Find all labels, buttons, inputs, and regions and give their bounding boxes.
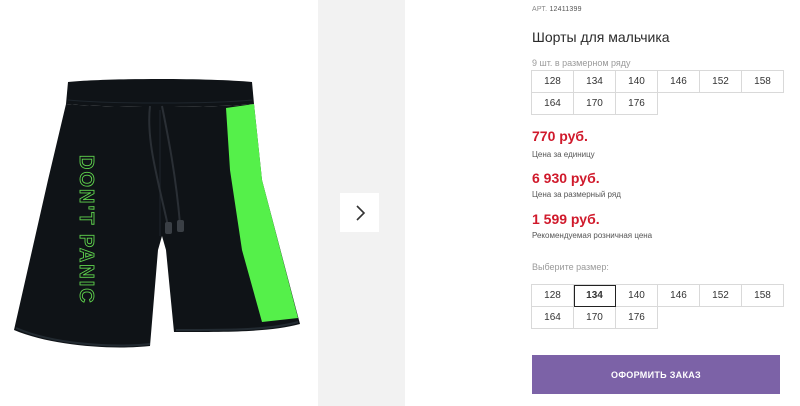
size-row-table: 128 134 140 146 152 158 164 170 176 [531,70,784,115]
shorts-illustration: DON'T PANIC [14,79,300,348]
choose-size-label: Выберите размер: [532,262,609,272]
size-option[interactable]: 128 [532,285,574,307]
chevron-right-icon [355,204,365,221]
size-row-cell: 158 [742,71,784,93]
print-text: DON'T PANIC [75,155,97,305]
article-value: 12411399 [549,6,582,13]
size-row-cell: 128 [532,71,574,93]
product-title: Шорты для мальчика [532,29,670,45]
size-row-cell: 164 [532,93,574,115]
size-row-cell: 140 [616,71,658,93]
size-option[interactable]: 140 [616,285,658,307]
retail-price: 1 599 руб. [532,211,600,227]
size-option[interactable]: 176 [616,307,658,329]
unit-price: 770 руб. [532,128,588,144]
article-number: АРТ. 12411399 [532,6,582,13]
size-row-cell: 134 [574,71,616,93]
place-order-button[interactable]: ОФОРМИТЬ ЗАКАЗ [532,355,780,394]
size-row-cell: 170 [574,93,616,115]
size-row-cell: 146 [658,71,700,93]
size-option[interactable]: 164 [532,307,574,329]
next-image-button[interactable] [340,193,379,232]
size-row-cell: 152 [700,71,742,93]
size-row-price: 6 930 руб. [532,170,600,186]
product-image[interactable]: DON'T PANIC [0,0,318,406]
size-picker: 128 134 140 146 152 158 164 170 176 [531,284,784,329]
size-row-note: 9 шт. в размерном ряду [532,58,631,68]
size-option[interactable]: 146 [658,285,700,307]
size-option[interactable]: 170 [574,307,616,329]
size-row-price-label: Цена за размерный ряд [532,190,621,199]
unit-price-label: Цена за единицу [532,150,595,159]
article-label: АРТ. [532,6,548,13]
size-option[interactable]: 152 [700,285,742,307]
retail-price-label: Рекомендуемая розничная цена [532,231,653,240]
size-option[interactable]: 134 [574,285,616,307]
size-option[interactable]: 158 [742,285,784,307]
size-row-cell: 176 [616,93,658,115]
